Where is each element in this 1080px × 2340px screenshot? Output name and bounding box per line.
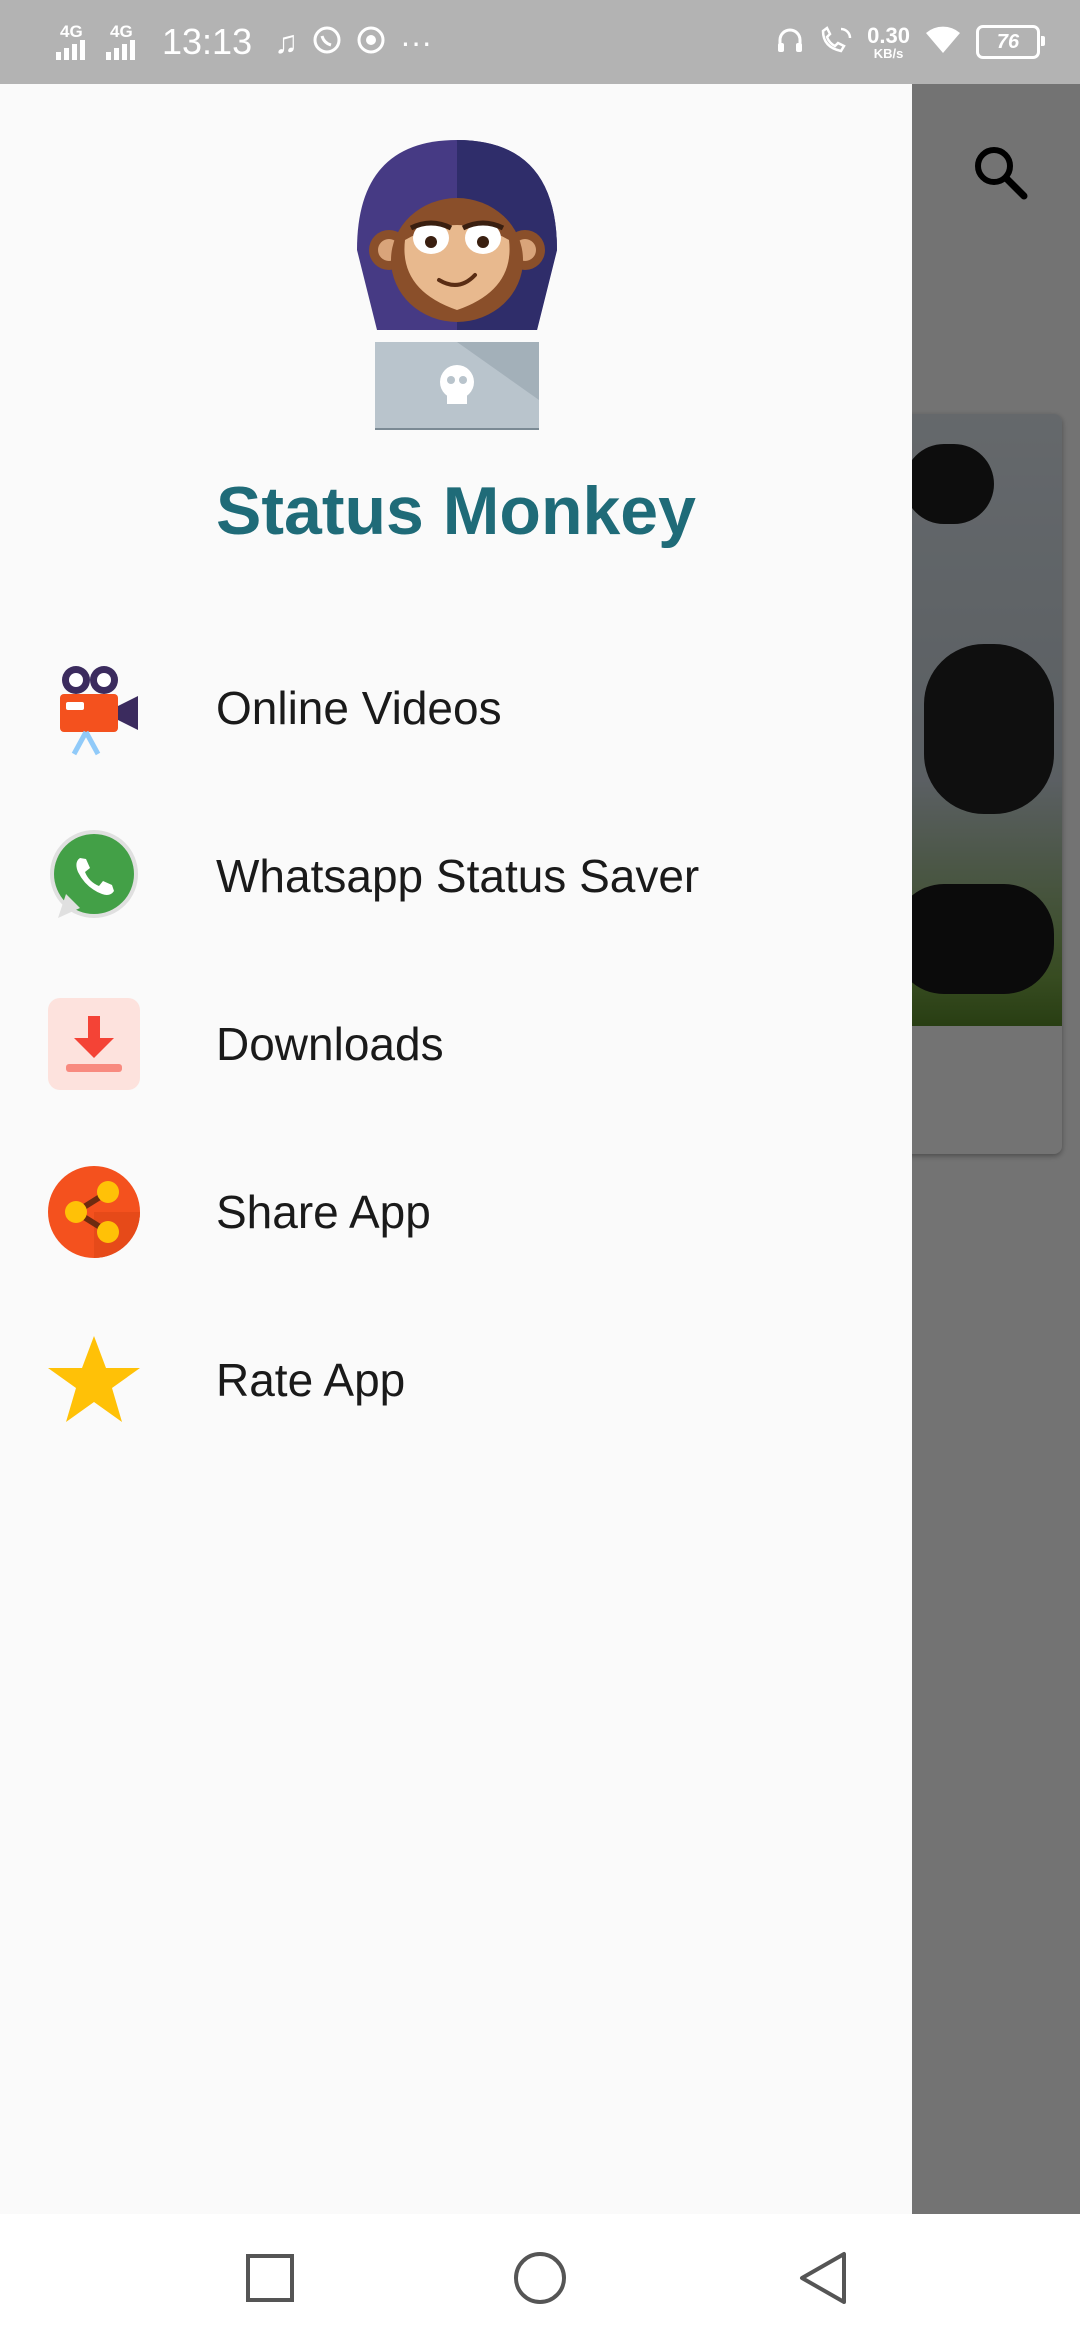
share-icon [46, 1164, 142, 1260]
battery-icon: 76 [976, 25, 1045, 59]
wifi-calling-icon [819, 25, 853, 60]
status-bar: 4G 4G 13:13 ♫ ··· 0.30 KB/s 76 [0, 0, 1080, 84]
whatsapp-icon [46, 828, 142, 924]
home-button[interactable] [512, 2250, 568, 2306]
headphones-icon [775, 25, 805, 60]
status-bar-right: 0.30 KB/s 76 [775, 18, 1045, 66]
music-note-icon: ♫ [274, 24, 299, 60]
download-icon [46, 996, 142, 1092]
menu-item-rate-app[interactable]: Rate App [0, 1296, 912, 1464]
menu-item-share-app[interactable]: Share App [0, 1128, 912, 1296]
star-icon [46, 1332, 142, 1428]
menu-item-downloads[interactable]: Downloads [0, 960, 912, 1128]
signal-icon: 4G [56, 22, 92, 62]
menu-item-label: Whatsapp Status Saver [216, 850, 700, 902]
more-notifications-icon: ··· [400, 24, 433, 60]
network-speed: 0.30 KB/s [867, 22, 910, 61]
signal-icon: 4G [106, 22, 142, 62]
recent-apps-button[interactable] [242, 2250, 298, 2306]
status-bar-left: 4G 4G 13:13 ♫ ··· [56, 18, 432, 66]
chrome-icon [356, 25, 386, 60]
system-navigation-bar [0, 2214, 1080, 2340]
clock: 13:13 [162, 21, 253, 62]
drawer-menu: Online Videos Whatsapp Status Saver Down… [0, 624, 912, 1464]
menu-item-label: Downloads [216, 1018, 444, 1070]
menu-item-whatsapp-status-saver[interactable]: Whatsapp Status Saver [0, 792, 912, 960]
whatsapp-notification-icon [312, 25, 342, 60]
video-camera-icon [46, 660, 142, 756]
menu-item-label: Rate App [216, 1354, 406, 1406]
monkey-logo-icon [347, 130, 567, 442]
back-button[interactable] [796, 2250, 852, 2306]
wifi-icon [924, 25, 962, 60]
navigation-drawer: Status Monkey Online Videos Whatsapp Sta… [0, 84, 912, 2214]
app-title: Status Monkey [216, 473, 696, 549]
menu-item-label: Online Videos [216, 682, 502, 734]
menu-item-online-videos[interactable]: Online Videos [0, 624, 912, 792]
menu-item-label: Share App [216, 1186, 431, 1238]
